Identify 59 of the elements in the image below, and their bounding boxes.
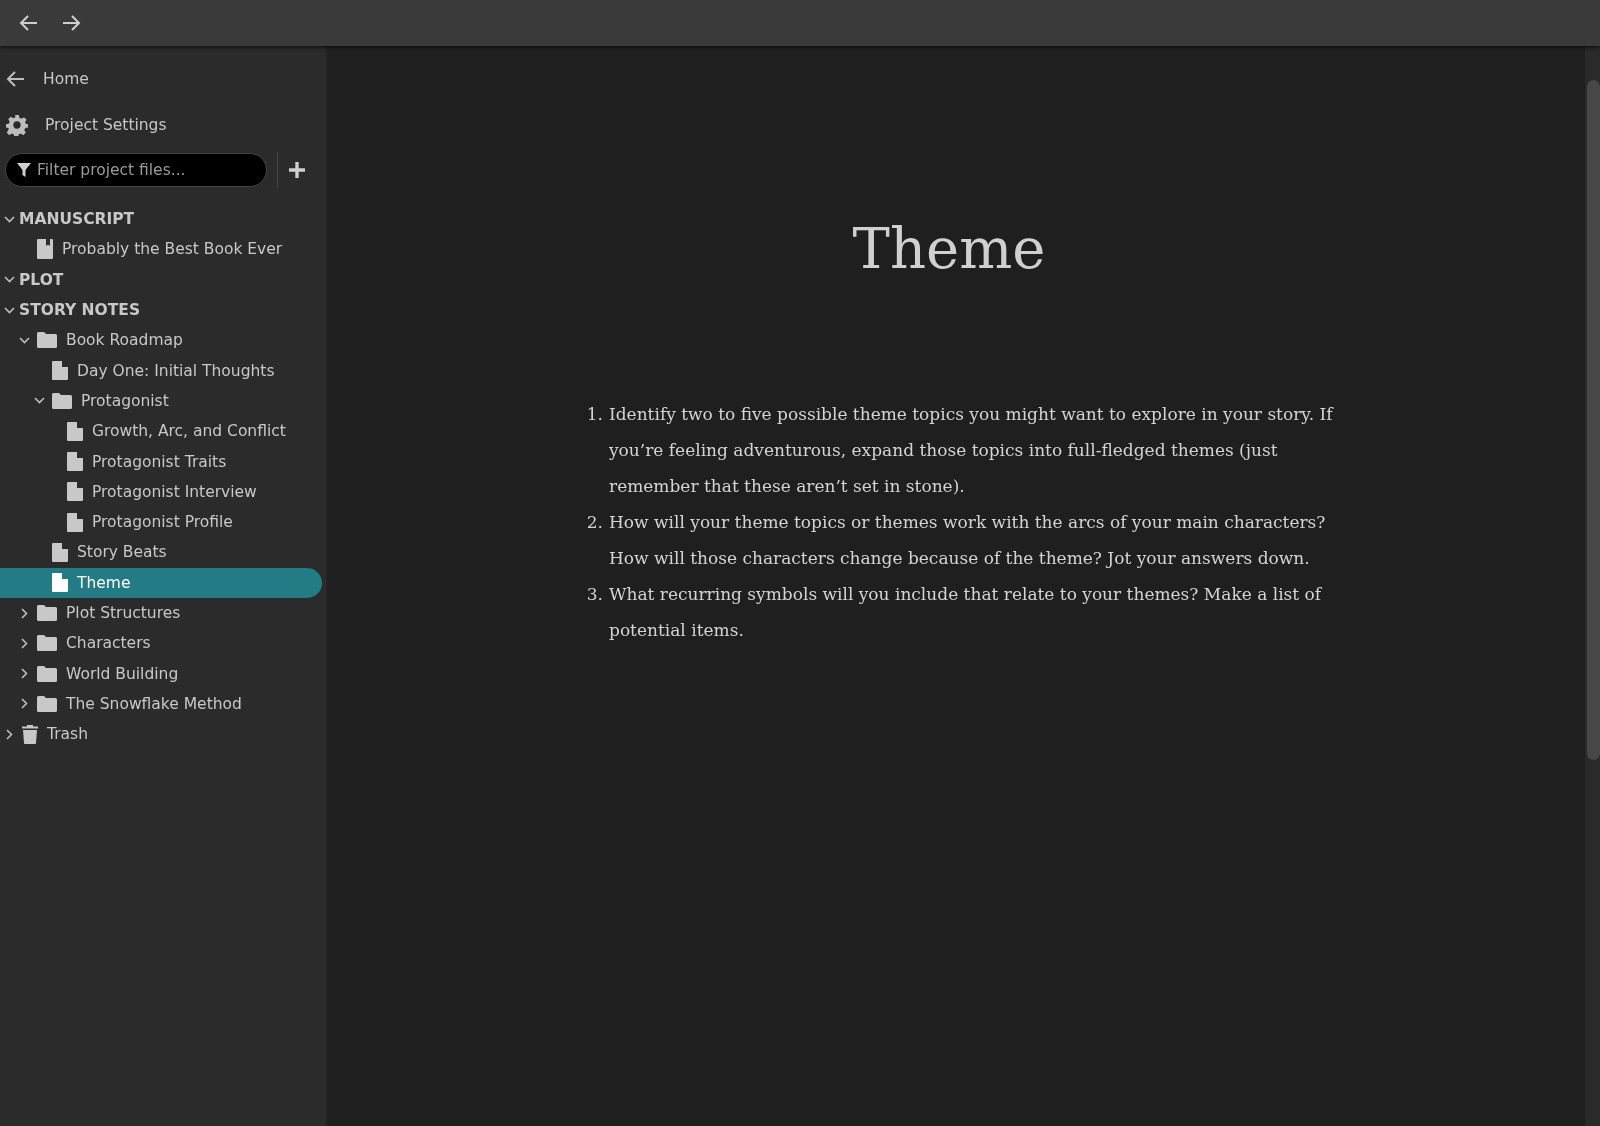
document-icon: [67, 421, 83, 441]
scrollbar-thumb[interactable]: [1587, 80, 1600, 760]
tree-item[interactable]: Theme: [0, 567, 322, 598]
chevron-down-icon[interactable]: [34, 395, 45, 407]
list-item-text: What recurring symbols will you include that relate to your themes? Make a list of potential items.: [609, 583, 1323, 642]
add-button[interactable]: [288, 161, 306, 179]
tree-item[interactable]: Plot Structures: [0, 597, 322, 629]
chevron-right-icon[interactable]: [19, 607, 30, 619]
tree-item[interactable]: Day One: Initial Thoughts: [0, 355, 322, 386]
chevron-right-icon[interactable]: [19, 637, 30, 649]
document-icon: [67, 482, 83, 502]
tree-item[interactable]: Protagonist: [0, 385, 322, 417]
tree-item[interactable]: Growth, Arc, and Conflict: [0, 416, 322, 447]
chevron-down-icon[interactable]: [19, 334, 30, 346]
tree-item[interactable]: Protagonist Traits: [0, 446, 322, 477]
chevron-down-icon[interactable]: [4, 274, 15, 286]
folder-icon: [52, 392, 72, 409]
list-number: 2.: [585, 511, 603, 534]
tree-item[interactable]: Trash: [0, 719, 322, 750]
chevron-down-icon[interactable]: [4, 304, 15, 316]
chevron-down-icon[interactable]: [4, 213, 15, 225]
book-icon: [37, 239, 53, 260]
folder-icon: [37, 605, 57, 621]
list-number: 1.: [585, 403, 603, 426]
document-icon: [67, 452, 83, 471]
tree-item[interactable]: PLOT: [0, 264, 322, 295]
arrow-left-icon: [6, 70, 26, 88]
folder-icon: [37, 665, 57, 682]
document-icon: [67, 512, 83, 532]
tree-item[interactable]: MANUSCRIPT: [0, 204, 322, 235]
trash-icon: [22, 724, 38, 744]
document-icon: [52, 542, 68, 562]
settings-link[interactable]: Project Settings: [0, 102, 326, 148]
filter-field[interactable]: Filter project files...: [5, 153, 267, 187]
tree-item[interactable]: STORY NOTES: [0, 294, 322, 326]
folder-icon: [37, 332, 57, 349]
folder-icon: [37, 635, 57, 652]
tree-item[interactable]: Protagonist Profile: [0, 506, 322, 538]
list-item-text: How will your theme topics or themes work with the arcs of your main characters? How will those characters change because of the theme? Jot your answers down.: [609, 511, 1327, 570]
tree-item[interactable]: Protagonist Interview: [0, 476, 322, 507]
home-link[interactable]: Home: [0, 56, 326, 102]
tree-item[interactable]: Story Beats: [0, 537, 322, 568]
document-icon: [52, 361, 68, 381]
tree-item[interactable]: Characters: [0, 628, 322, 659]
chevron-right-icon[interactable]: [19, 668, 30, 680]
folder-icon: [37, 695, 57, 712]
settings-icon: [6, 114, 28, 136]
document-title: Theme: [851, 216, 1047, 283]
tree-item[interactable]: World Building: [0, 658, 322, 689]
document-icon: [52, 573, 68, 593]
tree-item[interactable]: The Snowflake Method: [0, 688, 322, 720]
scrollbar[interactable]: [1585, 46, 1600, 1126]
list-number: 3.: [585, 583, 603, 606]
chevron-right-icon[interactable]: [4, 728, 15, 740]
chevron-right-icon[interactable]: [19, 698, 30, 710]
filter-icon: [17, 163, 31, 177]
tree-item[interactable]: Book Roadmap: [0, 325, 322, 356]
tree-item[interactable]: Probably the Best Book Ever: [0, 234, 322, 265]
list-item-text: Identify two to five possible theme topics you might want to explore in your story. If you’re feeling adventurous, expand those topics into full-fledged themes (just remember that these aren’t set in stone).: [609, 403, 1335, 498]
